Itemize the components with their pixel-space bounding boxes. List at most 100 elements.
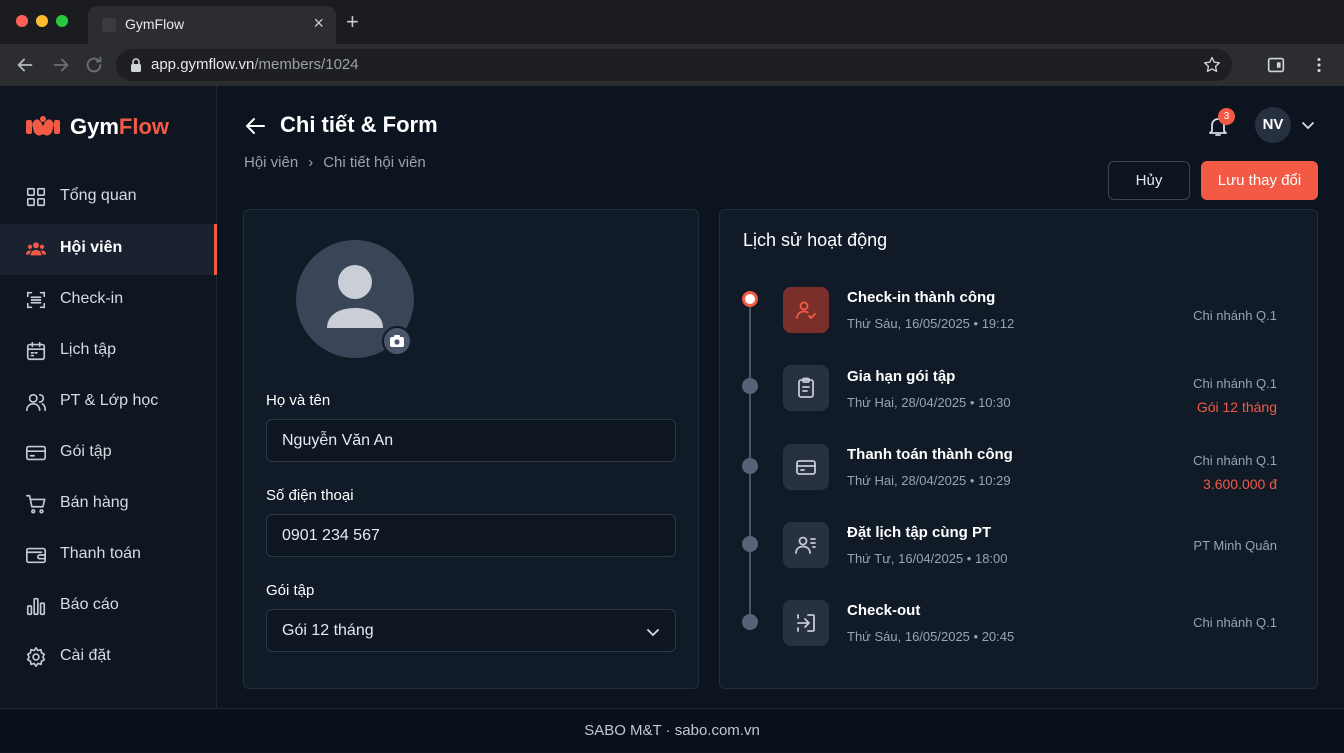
bookmark-star-icon[interactable] — [1202, 55, 1222, 75]
payment-card-icon — [783, 444, 829, 490]
back-arrow-icon[interactable] — [14, 54, 36, 76]
sidebar-item-payments[interactable]: Thanh toán — [0, 530, 217, 581]
camera-icon — [390, 335, 404, 347]
activity-package: Gói 12 tháng — [1196, 399, 1277, 415]
activity-location: Chi nhánh Q.1 — [1193, 308, 1277, 323]
sidebar-item-overview[interactable]: Tổng quan — [0, 172, 217, 223]
activity-amount: 3.600.000 đ — [1203, 476, 1277, 492]
sidebar-item-label: Hội viên — [60, 239, 123, 256]
package-label: Gói tập — [266, 582, 315, 599]
camera-upload-button[interactable] — [382, 326, 412, 356]
activity-trainer: PT Minh Quân — [1193, 538, 1277, 553]
cart-icon — [26, 494, 46, 514]
reload-icon[interactable] — [83, 54, 105, 76]
timeline-dot — [742, 536, 758, 552]
sidebar-item-members[interactable]: Hội viên — [0, 224, 217, 275]
favicon-icon — [102, 18, 116, 32]
sidebar-item-schedule[interactable]: Lịch tập — [0, 326, 217, 377]
users-icon — [25, 242, 47, 256]
tab-title: GymFlow — [125, 16, 185, 32]
url-text: app.gymflow.vn/members/1024 — [151, 56, 359, 73]
new-tab-icon[interactable]: + — [346, 10, 359, 34]
calendar-icon — [26, 341, 46, 361]
scan-icon — [26, 291, 46, 309]
sidebar-item-label: Báo cáo — [60, 596, 119, 613]
logo[interactable]: GymFlow — [24, 112, 169, 142]
name-field[interactable]: Nguyễn Văn An — [266, 419, 676, 462]
forward-arrow-icon[interactable] — [50, 54, 72, 76]
sidebar-item-label: Check-in — [60, 290, 124, 307]
more-menu-icon[interactable] — [1308, 54, 1330, 76]
name-label: Họ và tên — [266, 392, 331, 409]
timeline-dot — [742, 458, 758, 474]
phone-field[interactable]: 0901 234 567 — [266, 514, 676, 557]
close-window-button[interactable] — [16, 15, 28, 27]
sidebar-item-settings[interactable]: Cài đặt — [0, 632, 217, 683]
trainer-icon — [26, 393, 46, 412]
breadcrumb-item-current: Chi tiết hội viên — [323, 154, 426, 171]
activity-name: Đặt lịch tập cùng PT — [847, 524, 992, 541]
timeline-dot — [742, 291, 758, 307]
activity-location: Chi nhánh Q.1 — [1193, 615, 1277, 630]
name-value: Nguyễn Văn An — [282, 432, 394, 449]
chevron-right-icon: › — [308, 154, 314, 171]
cancel-button[interactable]: Hủy — [1108, 161, 1190, 200]
breadcrumb: Hội viên › Chi tiết hội viên — [244, 154, 426, 171]
sidebar-item-label: Tổng quan — [60, 187, 137, 204]
back-arrow-icon[interactable] — [244, 114, 268, 138]
activity-name: Check-in thành công — [847, 289, 996, 306]
chevron-down-icon — [647, 629, 659, 637]
timeline-dot — [742, 378, 758, 394]
sidebar-item-trainers[interactable]: PT & Lớp học — [0, 377, 217, 428]
maximize-window-button[interactable] — [56, 15, 68, 27]
sidebar-item-checkin[interactable]: Check-in — [0, 275, 217, 326]
url-field[interactable]: app.gymflow.vn/members/1024 — [116, 49, 1232, 81]
activity-timestamp: Thứ Tư, 16/04/2025 • 18:00 — [847, 551, 1008, 566]
activity-location: Chi nhánh Q.1 — [1193, 453, 1277, 468]
tab-close-icon[interactable]: × — [313, 13, 324, 33]
activity-history-card: Lịch sử hoạt động Check-in thành công Th… — [719, 209, 1318, 689]
browser-tab-bar: GymFlow × + — [0, 0, 1344, 44]
activity-name: Thanh toán thành công — [847, 446, 1013, 463]
dumbbell-logo-icon — [26, 116, 60, 136]
activity-title: Lịch sử hoạt động — [743, 230, 888, 250]
chart-icon — [26, 597, 46, 616]
package-value: Gói 12 tháng — [282, 622, 374, 639]
breadcrumb-item-members[interactable]: Hội viên — [244, 154, 298, 171]
wallet-icon — [26, 547, 46, 564]
timeline-dot — [742, 614, 758, 630]
activity-timestamp: Thứ Hai, 28/04/2025 • 10:30 — [847, 395, 1011, 410]
browser-tab[interactable]: GymFlow × — [88, 6, 336, 44]
package-select[interactable]: Gói 12 tháng — [266, 609, 676, 652]
footer: SABO M&T · sabo.com.vn — [0, 708, 1344, 752]
card-icon — [26, 445, 46, 461]
clipboard-icon — [783, 365, 829, 411]
sidebar-item-packages[interactable]: Gói tập — [0, 428, 217, 479]
checkin-icon — [783, 287, 829, 333]
activity-name: Check-out — [847, 602, 921, 619]
gear-icon — [26, 647, 46, 667]
phone-value: 0901 234 567 — [282, 527, 380, 544]
phone-label: Số điện thoại — [266, 487, 354, 504]
minimize-window-button[interactable] — [36, 15, 48, 27]
sidebar-item-reports[interactable]: Báo cáo — [0, 581, 217, 632]
notification-badge: 3 — [1218, 108, 1235, 125]
save-button[interactable]: Lưu thay đổi — [1201, 161, 1318, 200]
sidebar: GymFlow Tổng quan Hội viên Check-in Lịch… — [0, 86, 217, 708]
sidebar-item-label: Thanh toán — [60, 545, 141, 562]
activity-name: Gia hạn gói tập — [847, 368, 956, 385]
grid-icon — [26, 187, 46, 207]
page-title: Chi tiết & Form — [280, 112, 438, 137]
checkout-icon — [783, 600, 829, 646]
avatar[interactable]: NV — [1255, 107, 1291, 143]
activity-timestamp: Thứ Hai, 28/04/2025 • 10:29 — [847, 473, 1011, 488]
chevron-down-icon[interactable] — [1300, 117, 1316, 133]
activity-timestamp: Thứ Sáu, 16/05/2025 • 20:45 — [847, 629, 1015, 644]
sidebar-toggle-icon[interactable] — [1265, 54, 1287, 76]
address-bar: app.gymflow.vn/members/1024 — [0, 44, 1344, 86]
sidebar-item-label: Gói tập — [60, 443, 112, 460]
activity-location: Chi nhánh Q.1 — [1193, 376, 1277, 391]
brand-name: GymFlow — [70, 114, 170, 139]
sidebar-item-label: Lịch tập — [60, 341, 117, 358]
sidebar-item-sales[interactable]: Bán hàng — [0, 479, 217, 530]
